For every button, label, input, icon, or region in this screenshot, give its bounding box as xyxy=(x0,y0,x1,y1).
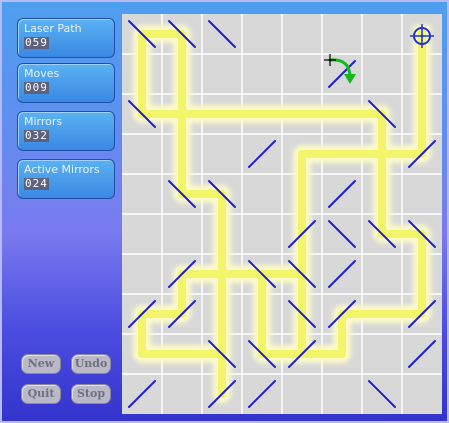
laser-path-label: Laser Path xyxy=(24,22,82,35)
stop-button[interactable]: Stop xyxy=(71,384,111,404)
mirrors-panel: Mirrors 032 xyxy=(17,111,115,151)
board-grid[interactable] xyxy=(122,14,442,414)
mirrors-label: Mirrors xyxy=(24,115,63,128)
moves-panel: Moves 009 xyxy=(17,63,115,103)
active-mirrors-counter: 024 xyxy=(24,177,49,190)
game-board[interactable] xyxy=(122,14,442,414)
game-window: Laser Path 059 Moves 009 Mirrors 032 Act… xyxy=(2,2,447,421)
active-mirrors-panel: Active Mirrors 024 xyxy=(17,159,115,199)
laser-path-panel: Laser Path 059 xyxy=(17,18,115,58)
new-button[interactable]: New xyxy=(21,354,61,374)
quit-button[interactable]: Quit xyxy=(21,384,61,404)
moves-label: Moves xyxy=(24,67,60,80)
undo-button[interactable]: Undo xyxy=(71,354,111,374)
mirrors-counter: 032 xyxy=(24,129,49,142)
active-mirrors-label: Active Mirrors xyxy=(24,163,100,176)
moves-counter: 009 xyxy=(24,81,49,94)
laser-path-counter: 059 xyxy=(24,36,49,49)
